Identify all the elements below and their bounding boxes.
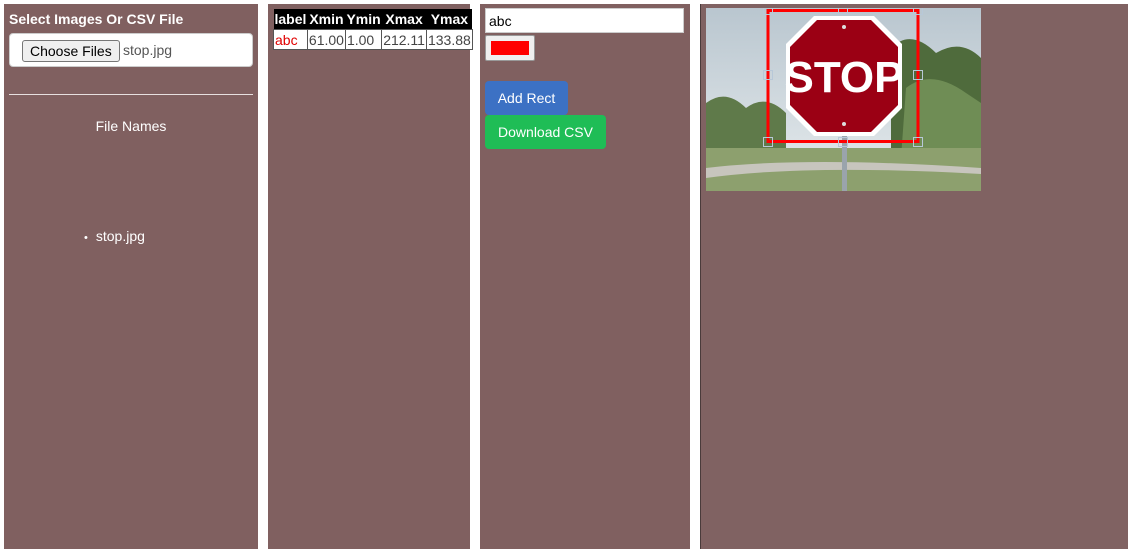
cell-ymin: 1.00: [344, 29, 383, 50]
color-swatch-fill: [491, 41, 529, 55]
cell-xmax: 212.11: [381, 29, 427, 50]
file-panel: Select Images Or CSV File Choose Files s…: [4, 4, 258, 549]
annotations-panel: label Xmin Ymin Xmax Ymax abc 61.00 1.00…: [268, 4, 473, 549]
resize-handle[interactable]: [913, 137, 923, 147]
col-xmax: Xmax: [381, 9, 427, 30]
resize-handle[interactable]: [763, 137, 773, 147]
col-xmin: Xmin: [307, 9, 346, 30]
file-names-heading: File Names: [95, 118, 167, 134]
file-list-item[interactable]: stop.jpg: [84, 228, 145, 244]
resize-handle[interactable]: [763, 8, 773, 15]
color-picker[interactable]: [485, 35, 535, 61]
file-input[interactable]: Choose Files stop.jpg: [9, 33, 253, 67]
resize-handle[interactable]: [913, 8, 923, 15]
add-rect-button[interactable]: Add Rect: [485, 81, 568, 115]
image-canvas[interactable]: STOP: [706, 8, 981, 191]
col-ymax: Ymax: [426, 9, 473, 30]
resize-handle[interactable]: [763, 70, 773, 80]
controls-panel: Add Rect Download CSV: [480, 4, 690, 549]
cell-ymax: 133.88: [425, 29, 473, 50]
download-csv-button[interactable]: Download CSV: [485, 115, 606, 149]
file-panel-title: Select Images Or CSV File: [9, 11, 184, 27]
choose-files-button[interactable]: Choose Files: [22, 40, 120, 62]
col-ymin: Ymin: [345, 9, 382, 30]
resize-handle[interactable]: [838, 137, 848, 147]
cell-xmin: 61.00: [306, 29, 346, 50]
label-input[interactable]: [485, 8, 684, 33]
sign-text: STOP: [784, 53, 903, 102]
canvas-panel[interactable]: STOP: [700, 4, 1128, 549]
table-row[interactable]: abc 61.00 1.00 212.11 133.88: [273, 29, 473, 50]
cell-label: abc: [273, 29, 308, 50]
divider: [9, 94, 253, 95]
resize-handle[interactable]: [913, 70, 923, 80]
stop-sign-image: STOP: [706, 8, 981, 191]
resize-handle[interactable]: [838, 8, 848, 15]
col-label: label: [273, 9, 308, 30]
chosen-file-name: stop.jpg: [123, 42, 173, 58]
table-header-row: label Xmin Ymin Xmax Ymax: [273, 9, 473, 30]
file-list: stop.jpg: [84, 228, 145, 244]
annotations-table: label Xmin Ymin Xmax Ymax abc 61.00 1.00…: [273, 9, 473, 50]
